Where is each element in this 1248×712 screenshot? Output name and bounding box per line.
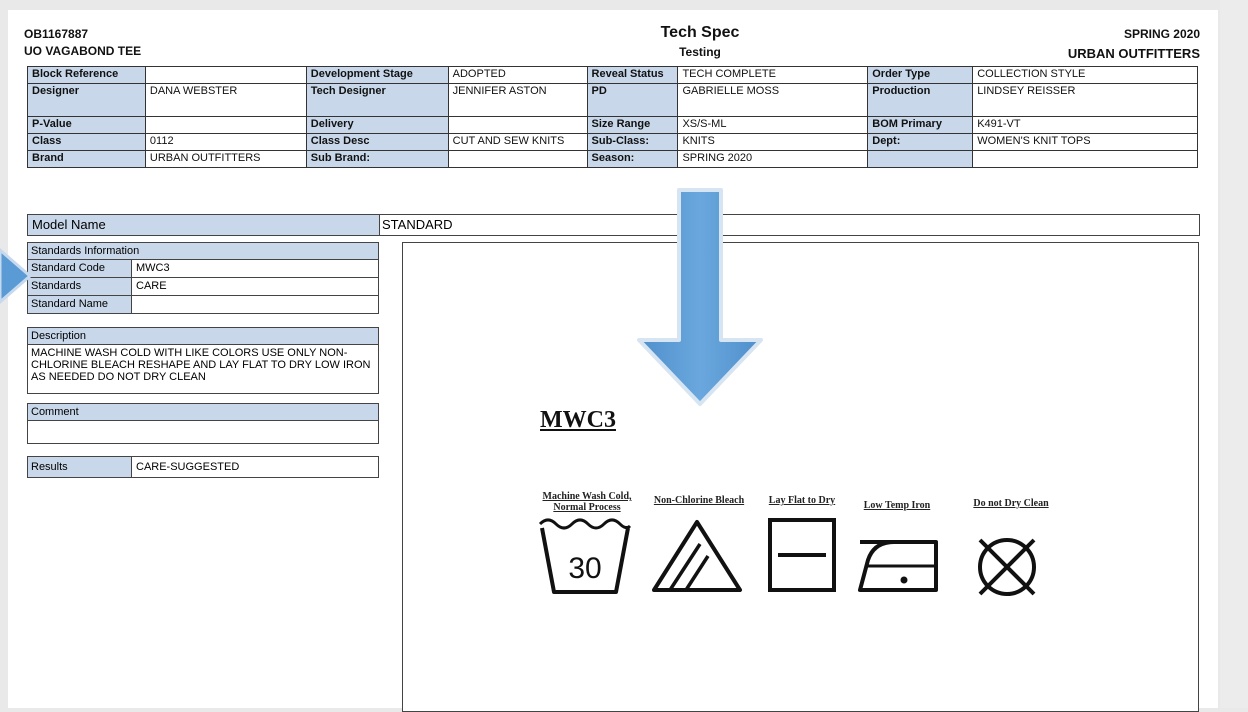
brand-heading: URBAN OUTFITTERS <box>1067 46 1200 61</box>
spec-value: CUT AND SEW KNITS <box>447 133 588 151</box>
care-code-title: MWC3 <box>540 407 616 433</box>
standard-name-value <box>132 296 136 313</box>
model-name-row: Model Name STANDARD <box>27 214 1200 236</box>
style-name: UO VAGABOND TEE <box>24 44 142 58</box>
doc-title: Tech Spec <box>660 24 740 41</box>
spec-label: P-Value <box>27 116 146 134</box>
dryclean-label: Do not Dry Clean <box>973 498 1049 509</box>
spec-label: Reveal Status <box>586 66 679 84</box>
spec-row: Designer DANA WEBSTER Tech Designer JENN… <box>27 83 1198 117</box>
spec-label: PD <box>586 83 679 117</box>
spec-label: Class Desc <box>305 133 449 151</box>
spec-row: Block Reference Development Stage ADOPTE… <box>27 66 1198 84</box>
comment-box: Comment <box>27 403 379 444</box>
standard-name-row: Standard Name <box>28 296 378 313</box>
bleach-label: Non-Chlorine Bleach <box>653 495 745 506</box>
spec-label: Class <box>27 133 146 151</box>
spec-value <box>144 66 307 84</box>
iron-label: Low Temp Iron <box>863 500 931 511</box>
standards-label: Standards <box>28 278 132 295</box>
results-box: Results CARE-SUGGESTED <box>27 456 379 478</box>
wash-label-line2: Normal Process <box>553 502 621 513</box>
standard-code-value: MWC3 <box>136 262 170 274</box>
description-text: MACHINE WASH COLD WITH LIKE COLORS USE O… <box>31 347 371 383</box>
spec-value: 0112 <box>144 133 307 151</box>
spec-label <box>867 150 974 168</box>
spec-label: Sub-Class: <box>586 133 679 151</box>
wash-label: Machine Wash Cold, Normal Process <box>536 491 638 513</box>
description-header: Description <box>28 328 378 345</box>
spec-label: Size Range <box>586 116 679 134</box>
wash-temp-text: 30 <box>568 552 601 585</box>
spec-label: Brand <box>27 150 146 168</box>
spec-label: Sub Brand: <box>305 150 449 168</box>
description-box: Description MACHINE WASH COLD WITH LIKE … <box>27 327 379 394</box>
standards-info-header: Standards Information <box>28 243 378 260</box>
comment-header: Comment <box>28 404 378 421</box>
spec-value: SPRING 2020 <box>677 150 869 168</box>
model-name-value: STANDARD <box>382 217 453 232</box>
scrollbar-track[interactable] <box>1220 0 1248 708</box>
spec-value: COLLECTION STYLE <box>972 66 1198 84</box>
spec-row: P-Value Delivery Size Range XS/S-ML BOM … <box>27 116 1198 134</box>
standard-code-label: Standard Code <box>28 260 132 277</box>
results-value: CARE-SUGGESTED <box>136 461 240 473</box>
spec-value: LINDSEY REISSER <box>972 83 1198 117</box>
model-name-label: Model Name <box>28 215 380 235</box>
standard-name-label: Standard Name <box>28 296 132 313</box>
header-left: OB1167887 UO VAGABOND TEE <box>24 26 141 60</box>
standard-code-row: Standard Code MWC3 <box>28 260 378 278</box>
results-label: Results <box>28 457 132 477</box>
spec-label: Order Type <box>867 66 974 84</box>
spec-row: Class 0112 Class Desc CUT AND SEW KNITS … <box>27 133 1198 151</box>
doc-subtitle: Testing <box>679 45 721 59</box>
spec-value: URBAN OUTFITTERS <box>144 150 307 168</box>
spec-value: K491-VT <box>972 116 1198 134</box>
comment-text <box>28 421 378 443</box>
spec-value <box>144 116 307 134</box>
spec-value: XS/S-ML <box>677 116 869 134</box>
down-arrow-icon <box>637 188 763 406</box>
spec-value <box>447 150 588 168</box>
standards-info-box: Standards Information Standard Code MWC3… <box>27 242 379 314</box>
spec-value: GABRIELLE MOSS <box>677 83 869 117</box>
results-row: Results CARE-SUGGESTED <box>28 457 378 477</box>
standards-row: Standards CARE <box>28 278 378 296</box>
spec-value: WOMEN'S KNIT TOPS <box>972 133 1198 151</box>
spec-value: ADOPTED <box>447 66 588 84</box>
spec-value <box>972 150 1198 168</box>
spec-label: Tech Designer <box>305 83 449 117</box>
spec-value: JENNIFER ASTON <box>447 83 588 117</box>
low-temp-iron-icon <box>858 540 938 592</box>
spec-row: Brand URBAN OUTFITTERS Sub Brand: Season… <box>27 150 1198 168</box>
non-chlorine-bleach-icon <box>652 520 742 592</box>
do-not-dry-clean-icon <box>978 538 1036 596</box>
header-right: SPRING 2020 URBAN OUTFITTERS <box>1068 26 1200 62</box>
care-label-image <box>402 242 1199 712</box>
spec-label: BOM Primary <box>867 116 974 134</box>
spec-label: Designer <box>27 83 146 117</box>
wash-30-icon: 30 <box>538 518 632 594</box>
spec-label: Delivery <box>305 116 449 134</box>
style-number: OB1167887 <box>24 27 89 41</box>
left-arrow-icon <box>0 248 33 304</box>
spec-value: KNITS <box>677 133 869 151</box>
spec-label: Development Stage <box>305 66 449 84</box>
season-heading: SPRING 2020 <box>1123 27 1200 41</box>
spec-label: Production <box>867 83 974 117</box>
spec-label: Block Reference <box>27 66 146 84</box>
spec-value: TECH COMPLETE <box>677 66 869 84</box>
standards-value: CARE <box>136 280 167 292</box>
spec-label: Season: <box>586 150 679 168</box>
spec-value: DANA WEBSTER <box>144 83 307 117</box>
spec-value <box>447 116 588 134</box>
wash-label-line1: Machine Wash Cold, <box>542 491 632 502</box>
dry-label: Lay Flat to Dry <box>768 495 836 506</box>
lay-flat-dry-icon <box>768 518 836 592</box>
header-center: Tech Spec Testing <box>590 24 810 60</box>
spec-label: Dept: <box>867 133 974 151</box>
spec-table: Block Reference Development Stage ADOPTE… <box>27 66 1198 168</box>
